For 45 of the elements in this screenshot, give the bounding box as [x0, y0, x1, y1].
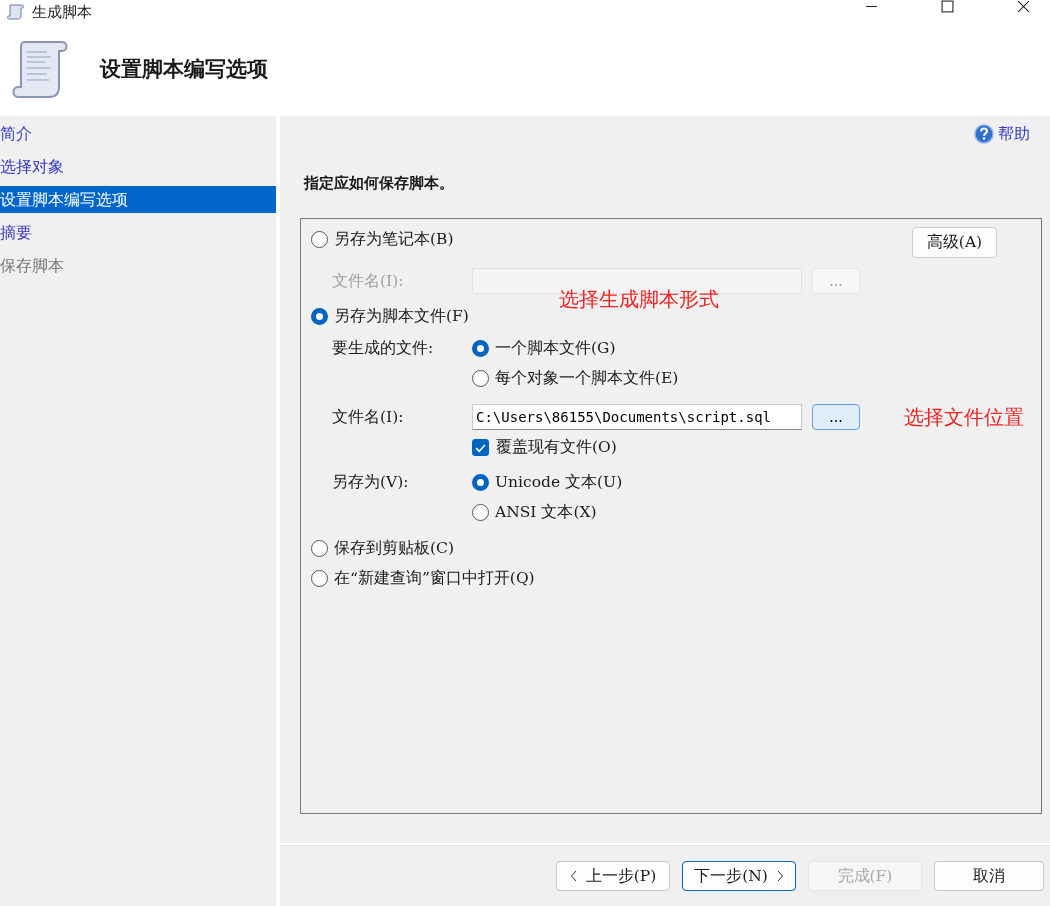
save-mode-option[interactable]: 另存为脚本文件(F): [311, 302, 469, 330]
window-title: 生成脚本: [32, 2, 92, 22]
sidebar-item[interactable]: 摘要: [0, 219, 276, 246]
save-mode-option[interactable]: 另存为笔记本(B): [311, 225, 454, 253]
radio-button[interactable]: [311, 230, 328, 248]
save-as-label: 另存为(V):: [332, 472, 410, 493]
help-link[interactable]: 帮助: [998, 123, 1030, 145]
checkbox[interactable]: [472, 438, 489, 456]
advanced-button[interactable]: 高级(A): [912, 227, 997, 258]
radio-button[interactable]: [472, 473, 489, 491]
next-button[interactable]: 下一步(N): [682, 861, 796, 891]
annotation-text: 选择文件位置: [904, 404, 1024, 431]
help-icon[interactable]: [974, 124, 994, 144]
radio-button[interactable]: [472, 503, 489, 521]
cancel-button[interactable]: 取消: [934, 861, 1044, 891]
instruction-text: 指定应如何保存脚本。: [304, 174, 455, 193]
browse-button[interactable]: ...: [812, 404, 860, 430]
radio-button[interactable]: [311, 569, 328, 587]
file-name-label: 文件名(I):: [332, 270, 405, 292]
file-option[interactable]: 每个对象一个脚本文件(E): [472, 364, 679, 392]
scroll-icon: [6, 4, 26, 20]
maximize-icon[interactable]: [941, 0, 954, 13]
overwrite-checkbox-option[interactable]: 覆盖现有文件(O): [472, 432, 1031, 462]
save-mode-option[interactable]: 保存到剪贴板(C): [311, 534, 454, 562]
chevron-left-icon: [569, 870, 578, 882]
file-name-label: 文件名(I):: [332, 406, 405, 428]
save-mode-option[interactable]: 在“新建查询”窗口中打开(Q): [311, 564, 535, 592]
file-option[interactable]: 一个脚本文件(G): [472, 334, 679, 362]
page-title: 设置脚本编写选项: [100, 55, 268, 83]
files-to-generate-label: 要生成的文件:: [332, 338, 435, 359]
sidebar-item[interactable]: 设置脚本编写选项: [0, 186, 276, 213]
radio-button[interactable]: [472, 339, 489, 357]
sidebar-item[interactable]: 选择对象: [0, 153, 276, 180]
back-button[interactable]: 上一步(P): [556, 861, 670, 891]
annotation-text: 选择生成脚本形式: [559, 286, 719, 313]
sidebar-item[interactable]: 简介: [0, 120, 276, 147]
radio-button[interactable]: [311, 307, 328, 325]
file-name-field[interactable]: C:\Users\86155\Documents\script.sql: [472, 404, 802, 430]
chevron-right-icon: [775, 870, 784, 882]
scroll-icon: [10, 38, 70, 100]
radio-button[interactable]: [311, 539, 328, 557]
radio-button[interactable]: [472, 369, 489, 387]
encoding-option[interactable]: Unicode 文本(U): [472, 468, 623, 496]
close-icon[interactable]: [1017, 0, 1030, 13]
encoding-option[interactable]: ANSI 文本(X): [472, 498, 623, 526]
